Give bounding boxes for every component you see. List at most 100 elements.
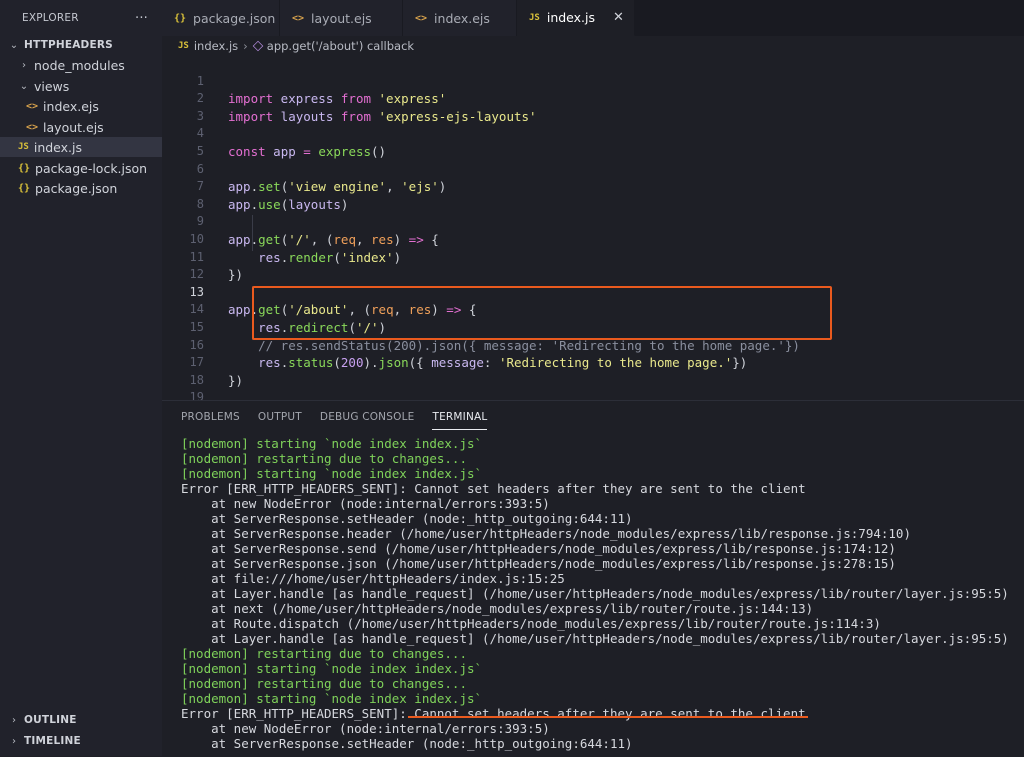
code-line: 19 app.listen(3000)	[162, 372, 1024, 423]
code-line: 9 app.get('/', (req, res) => {	[162, 196, 1024, 247]
terminal-line: [nodemon] starting `node index index.js`	[181, 661, 483, 676]
terminal-line: [nodemon] restarting due to changes...	[181, 676, 467, 691]
tree-item-label: layout.ejs	[43, 119, 104, 135]
ejs-file-icon: <>	[292, 12, 305, 24]
terminal-line: at next (/home/user/httpHeaders/node_mod…	[181, 601, 814, 616]
code-editor[interactable]: 1 import express from 'express' 2 import…	[162, 55, 1024, 423]
js-file-icon: JS	[529, 12, 540, 23]
close-icon[interactable]: ✕	[613, 10, 624, 25]
tab-package-json[interactable]: {} package.json	[162, 0, 280, 36]
terminal-line: Error [ERR_HTTP_HEADERS_SENT]: Cannot se…	[181, 706, 806, 721]
tab-label: layout.ejs	[311, 10, 372, 26]
terminal-line: at ServerResponse.send (/home/user/httpH…	[181, 541, 896, 556]
terminal-line: at ServerResponse.setHeader (node:_http_…	[181, 736, 633, 751]
folder-root-label: HTTPHEADERS	[24, 39, 113, 51]
tree-item-package-lock-json[interactable]: {} package-lock.json	[0, 158, 162, 178]
json-file-icon: {}	[174, 12, 187, 24]
chevron-right-icon: ›	[12, 714, 16, 726]
terminal-line: at Layer.handle [as handle_request] (/ho…	[181, 631, 1009, 646]
tab-output[interactable]: OUTPUT	[258, 411, 302, 430]
tree-item-label: views	[34, 78, 70, 94]
timeline-section[interactable]: › TIMELINE	[0, 731, 162, 751]
terminal-line: [nodemon] starting `node index index.js`	[181, 691, 483, 706]
code-line: 17 })	[162, 337, 1024, 388]
explorer-title: EXPLORER	[22, 12, 79, 24]
terminal-line: at new NodeError (node:internal/errors:3…	[181, 496, 550, 511]
tree-item-package-json[interactable]: {} package.json	[0, 178, 162, 198]
editor-tab-bar: {} package.json <> layout.ejs <> index.e…	[162, 0, 1024, 36]
code-line: 10 res.render('index')	[162, 213, 1024, 265]
tree-item-index-js[interactable]: JS index.js	[0, 137, 162, 157]
tree-item-index-ejs[interactable]: <> index.ejs	[0, 96, 162, 116]
code-line: 7 app.use(layouts)	[162, 161, 1024, 212]
terminal-line: at Route.dispatch (/home/user/httpHeader…	[181, 616, 881, 631]
timeline-label: TIMELINE	[24, 735, 81, 747]
terminal-line: at ServerResponse.json (/home/user/httpH…	[181, 556, 896, 571]
tab-terminal[interactable]: TERMINAL	[432, 411, 488, 430]
code-line: 2 import layouts from 'express-ejs-layou…	[162, 73, 1024, 124]
js-file-icon: JS	[18, 142, 29, 152]
error-underline-annotation	[408, 716, 808, 718]
terminal-line: [nodemon] starting `node index index.js`	[181, 436, 483, 451]
chevron-right-icon: ›	[12, 735, 16, 747]
explorer-header: EXPLORER ···	[0, 0, 162, 36]
chevron-right-icon: ›	[22, 59, 26, 71]
code-line: 12	[162, 249, 1024, 281]
code-line: 15 // res.sendStatus(200).json({ message…	[162, 301, 1024, 353]
terminal-line: [nodemon] restarting due to changes...	[181, 451, 467, 466]
terminal-line: at new NodeError (node:internal/errors:3…	[181, 721, 550, 736]
terminal-line: at Layer.handle [as handle_request] (/ho…	[181, 586, 1009, 601]
tree-item-label: index.js	[33, 139, 83, 155]
symbol-method-icon	[252, 40, 264, 52]
folder-root[interactable]: ⌄ HTTPHEADERS	[0, 35, 162, 55]
more-actions-icon[interactable]: ···	[135, 11, 148, 26]
outline-section[interactable]: › OUTLINE	[0, 710, 162, 730]
panel-tab-bar: PROBLEMS OUTPUT DEBUG CONSOLE TERMINAL	[181, 411, 488, 430]
ejs-file-icon: <>	[415, 12, 428, 24]
tab-index-ejs[interactable]: <> index.ejs	[403, 0, 517, 36]
tab-label: package.json	[193, 10, 276, 26]
code-line: 18	[162, 354, 1024, 387]
code-line: 5	[162, 125, 1024, 158]
tab-label: index.ejs	[434, 10, 490, 26]
code-line: 4 const app = express()	[162, 108, 1024, 159]
tree-item-layout-ejs[interactable]: <> layout.ejs	[0, 117, 162, 137]
terminal-output[interactable]: [nodemon] starting `node index index.js`…	[181, 436, 1009, 751]
code-line: 16 res.status(200).json({ message: 'Redi…	[162, 319, 1024, 371]
ejs-file-icon: <>	[26, 100, 39, 112]
ejs-file-icon: <>	[26, 121, 39, 133]
tab-debug-console[interactable]: DEBUG CONSOLE	[320, 411, 415, 430]
chevron-down-icon: ⌄	[19, 80, 29, 92]
js-file-icon: JS	[178, 41, 189, 51]
tab-layout-ejs[interactable]: <> layout.ejs	[280, 0, 403, 36]
terminal-line: [nodemon] starting `node index index.js`	[181, 466, 483, 481]
terminal-line: [nodemon] restarting due to changes...	[181, 646, 467, 661]
tree-item-views[interactable]: ⌄ views	[0, 76, 162, 96]
outline-label: OUTLINE	[24, 714, 77, 726]
tab-problems[interactable]: PROBLEMS	[181, 411, 240, 430]
code-line: 11 })	[162, 231, 1024, 283]
json-file-icon: {}	[18, 182, 31, 194]
terminal-line: at file:///home/user/httpHeaders/index.j…	[181, 571, 565, 586]
tree-item-label: index.ejs	[43, 98, 99, 114]
tree-item-label: package-lock.json	[35, 160, 148, 176]
code-line: 6 app.set('view engine', 'ejs')	[162, 143, 1024, 195]
terminal-line: Error [ERR_HTTP_HEADERS_SENT]: Cannot se…	[181, 481, 806, 496]
breadcrumb-symbol[interactable]: app.get('/about') callback	[267, 39, 414, 53]
code-line: 8	[162, 178, 1024, 211]
code-line: 14 res.redirect('/')	[162, 284, 1024, 335]
explorer-sidebar: EXPLORER ··· ⌄ HTTPHEADERS › node_module…	[0, 0, 162, 756]
terminal-line: at ServerResponse.setHeader (node:_http_…	[181, 511, 633, 526]
breadcrumb-separator: ›	[243, 39, 248, 53]
tab-label: index.js	[546, 10, 596, 25]
breadcrumb: JS index.js › app.get('/about') callback	[178, 37, 414, 55]
bottom-panel: PROBLEMS OUTPUT DEBUG CONSOLE TERMINAL […	[162, 400, 1024, 757]
tree-item-node-modules[interactable]: › node_modules	[0, 55, 162, 75]
json-file-icon: {}	[18, 162, 31, 174]
breadcrumb-file[interactable]: index.js	[194, 39, 238, 53]
chevron-down-icon: ⌄	[9, 39, 19, 51]
tab-index-js[interactable]: JS index.js ✕	[517, 0, 635, 36]
code-line: 3	[162, 90, 1024, 123]
tree-item-label: node_modules	[34, 57, 125, 73]
terminal-line: at ServerResponse.header (/home/user/htt…	[181, 526, 911, 541]
